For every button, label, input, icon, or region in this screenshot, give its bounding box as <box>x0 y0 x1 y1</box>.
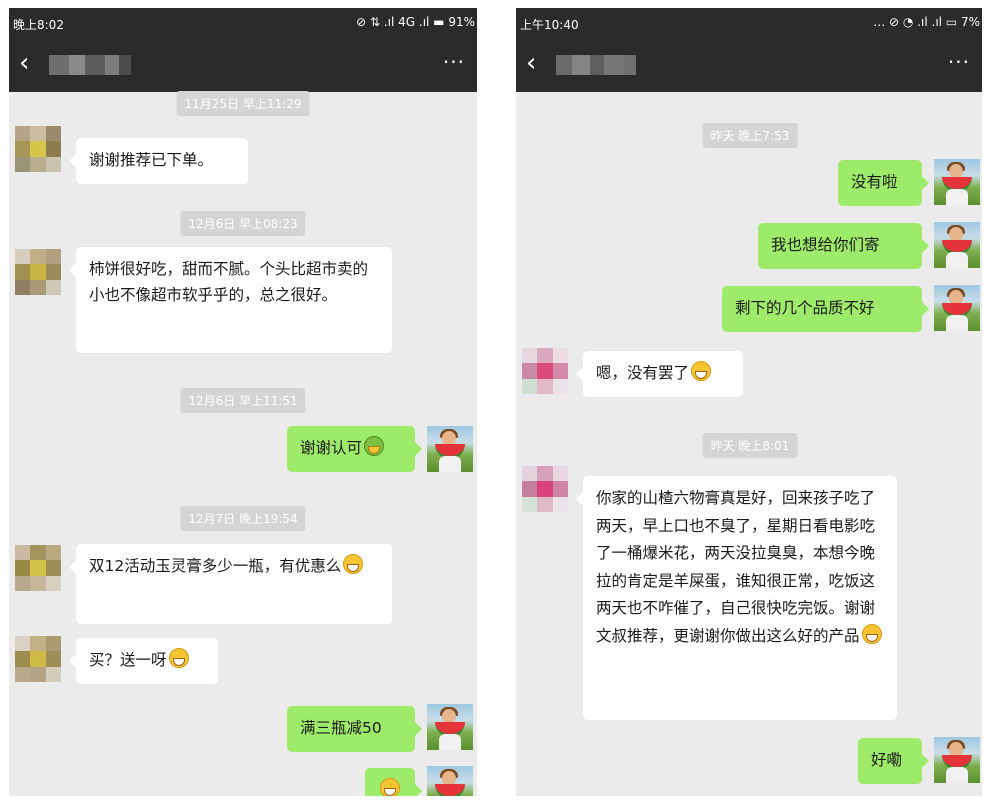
grin-emoji-icon <box>861 623 882 644</box>
grin-emoji-icon <box>168 648 189 668</box>
chat-screen-left: 晚上8:02 ⊘ ⇅ .ıl 4G .ıl ▬ 91% ‹ ··· 11月25日… <box>9 8 477 796</box>
message-text: 柿饼很好吃，甜而不腻。个头比超市卖的小也不像超市软乎乎的，总之很好。 <box>89 260 369 304</box>
user-avatar[interactable] <box>934 159 980 205</box>
grin-emoji-icon <box>380 778 400 796</box>
message-text: 谢谢认可 <box>300 439 363 457</box>
back-arrow-icon[interactable]: ‹ <box>19 48 29 78</box>
status-bar: 晚上8:02 ⊘ ⇅ .ıl 4G .ıl ▬ 91% <box>9 8 477 38</box>
contact-avatar[interactable] <box>522 348 568 394</box>
message-text: 满三瓶减50 <box>300 719 382 737</box>
status-bar: 上午10:40 … ⊘ ◔ .ıl .ıl ▭ 7% <box>516 8 982 38</box>
message-bubble-incoming[interactable]: 嗯，没有罢了 <box>576 351 743 397</box>
more-options-icon[interactable]: ··· <box>443 50 465 74</box>
contact-name-pixelated <box>556 55 636 75</box>
message-text: 双12活动玉灵膏多少一瓶，有优惠么 <box>89 557 342 575</box>
contact-name-pixelated <box>49 55 131 75</box>
user-avatar[interactable] <box>427 426 473 472</box>
chat-screen-right: 上午10:40 … ⊘ ◔ .ıl .ıl ▭ 7% ‹ ··· 昨天 晚上7:… <box>516 8 982 796</box>
timestamp: 12月6日 早上11:51 <box>180 388 306 413</box>
user-avatar[interactable] <box>934 285 980 331</box>
user-avatar[interactable] <box>427 704 473 750</box>
message-bubble-incoming[interactable]: 买？送一呀 <box>69 638 218 684</box>
message-bubble-outgoing[interactable]: 好嘞 <box>858 738 929 784</box>
message-text: 你家的山楂六物膏真是好，回来孩子吃了两天，早上口也不臭了，星期日看电影吃了一桶爆… <box>596 489 876 645</box>
message-bubble-incoming[interactable]: 柿饼很好吃，甜而不腻。个头比超市卖的小也不像超市软乎乎的，总之很好。 <box>69 247 392 353</box>
message-bubble-outgoing[interactable]: 没有啦 <box>838 160 929 206</box>
message-text: 嗯，没有罢了 <box>596 364 690 382</box>
message-text: 剩下的几个品质不好 <box>735 299 875 317</box>
message-bubble-incoming[interactable]: 你家的山楂六物膏真是好，回来孩子吃了两天，早上口也不臭了，星期日看电影吃了一桶爆… <box>576 476 897 720</box>
message-bubble-outgoing[interactable] <box>365 768 422 796</box>
grin-emoji-icon <box>343 554 364 574</box>
chat-header: ‹ ··· <box>516 38 982 92</box>
message-text: 好嘞 <box>871 751 903 769</box>
timestamp: 昨天 晚上8:01 <box>702 433 798 458</box>
message-bubble-outgoing[interactable]: 剩下的几个品质不好 <box>722 286 929 332</box>
grin-emoji-icon <box>691 361 712 381</box>
timestamp: 昨天 晚上7:53 <box>702 123 798 148</box>
message-bubble-outgoing[interactable]: 我也想给你们寄 <box>758 223 929 269</box>
message-text: 我也想给你们寄 <box>771 236 880 254</box>
message-text: 买？送一呀 <box>89 651 167 669</box>
status-icons: ⊘ ⇅ .ıl 4G .ıl ▬ 91% <box>356 15 475 29</box>
message-text: 谢谢推荐已下单。 <box>89 151 214 169</box>
message-bubble-incoming[interactable]: 双12活动玉灵膏多少一瓶，有优惠么 <box>69 544 392 624</box>
contact-avatar[interactable] <box>522 466 568 512</box>
user-avatar[interactable] <box>427 766 473 796</box>
contact-avatar[interactable] <box>15 249 61 295</box>
contact-avatar[interactable] <box>15 636 61 682</box>
message-text: 没有啦 <box>851 173 898 191</box>
chat-header: ‹ ··· <box>9 38 477 92</box>
back-arrow-icon[interactable]: ‹ <box>526 48 536 78</box>
contact-avatar[interactable] <box>15 126 61 172</box>
message-bubble-outgoing[interactable]: 满三瓶减50 <box>287 706 422 752</box>
message-bubble-incoming[interactable]: 谢谢推荐已下单。 <box>69 138 248 184</box>
more-options-icon[interactable]: ··· <box>948 50 970 74</box>
status-time: 晚上8:02 <box>13 18 64 32</box>
user-avatar[interactable] <box>934 737 980 783</box>
message-bubble-outgoing[interactable]: 谢谢认可 <box>287 426 422 472</box>
timestamp: 12月7日 晚上19:54 <box>180 506 306 531</box>
status-time: 上午10:40 <box>520 18 579 32</box>
user-avatar[interactable] <box>934 222 980 268</box>
status-icons: … ⊘ ◔ .ıl .ıl ▭ 7% <box>873 15 980 29</box>
timestamp: 12月6日 早上08:23 <box>180 211 306 236</box>
smiley-emoji-icon <box>364 436 385 456</box>
contact-avatar[interactable] <box>15 545 61 591</box>
timestamp: 11月25日 早上11:29 <box>176 91 310 116</box>
